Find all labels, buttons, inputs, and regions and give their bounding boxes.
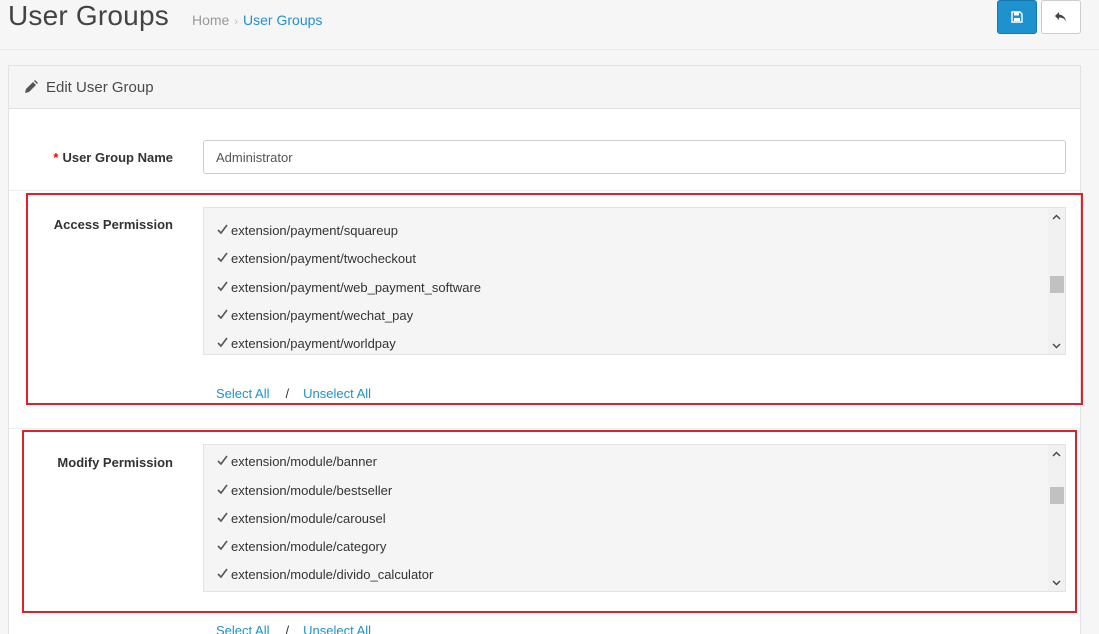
user-group-name-input[interactable] (203, 140, 1066, 174)
panel-title: Edit User Group (46, 78, 154, 96)
link-separator: / (285, 623, 290, 634)
panel-heading: Edit User Group (9, 66, 1080, 109)
user-group-name-label: * User Group Name (45, 150, 173, 165)
save-icon (1011, 11, 1023, 23)
breadcrumb-separator: › (234, 16, 239, 28)
required-mark: * (53, 150, 59, 165)
row-divider (9, 190, 1080, 191)
modify-permission-highlight (22, 430, 1077, 613)
modify-select-links: Select All / Unselect All (216, 623, 371, 634)
breadcrumb-current[interactable]: User Groups (243, 12, 322, 28)
breadcrumb-home[interactable]: Home (192, 12, 229, 28)
reply-icon (1055, 12, 1066, 22)
breadcrumb: Home › User Groups (192, 12, 322, 28)
pencil-icon (25, 80, 38, 93)
save-button[interactable] (997, 0, 1037, 34)
row-divider (9, 428, 1080, 429)
access-permission-highlight (26, 193, 1083, 405)
page-title: User Groups (8, 0, 169, 31)
modify-select-all-link[interactable]: Select All (216, 623, 269, 634)
page-header: User Groups Home › User Groups (0, 0, 1099, 50)
user-group-name-label-text: User Group Name (62, 150, 173, 165)
back-button[interactable] (1041, 0, 1081, 34)
modify-unselect-all-link[interactable]: Unselect All (303, 623, 371, 634)
